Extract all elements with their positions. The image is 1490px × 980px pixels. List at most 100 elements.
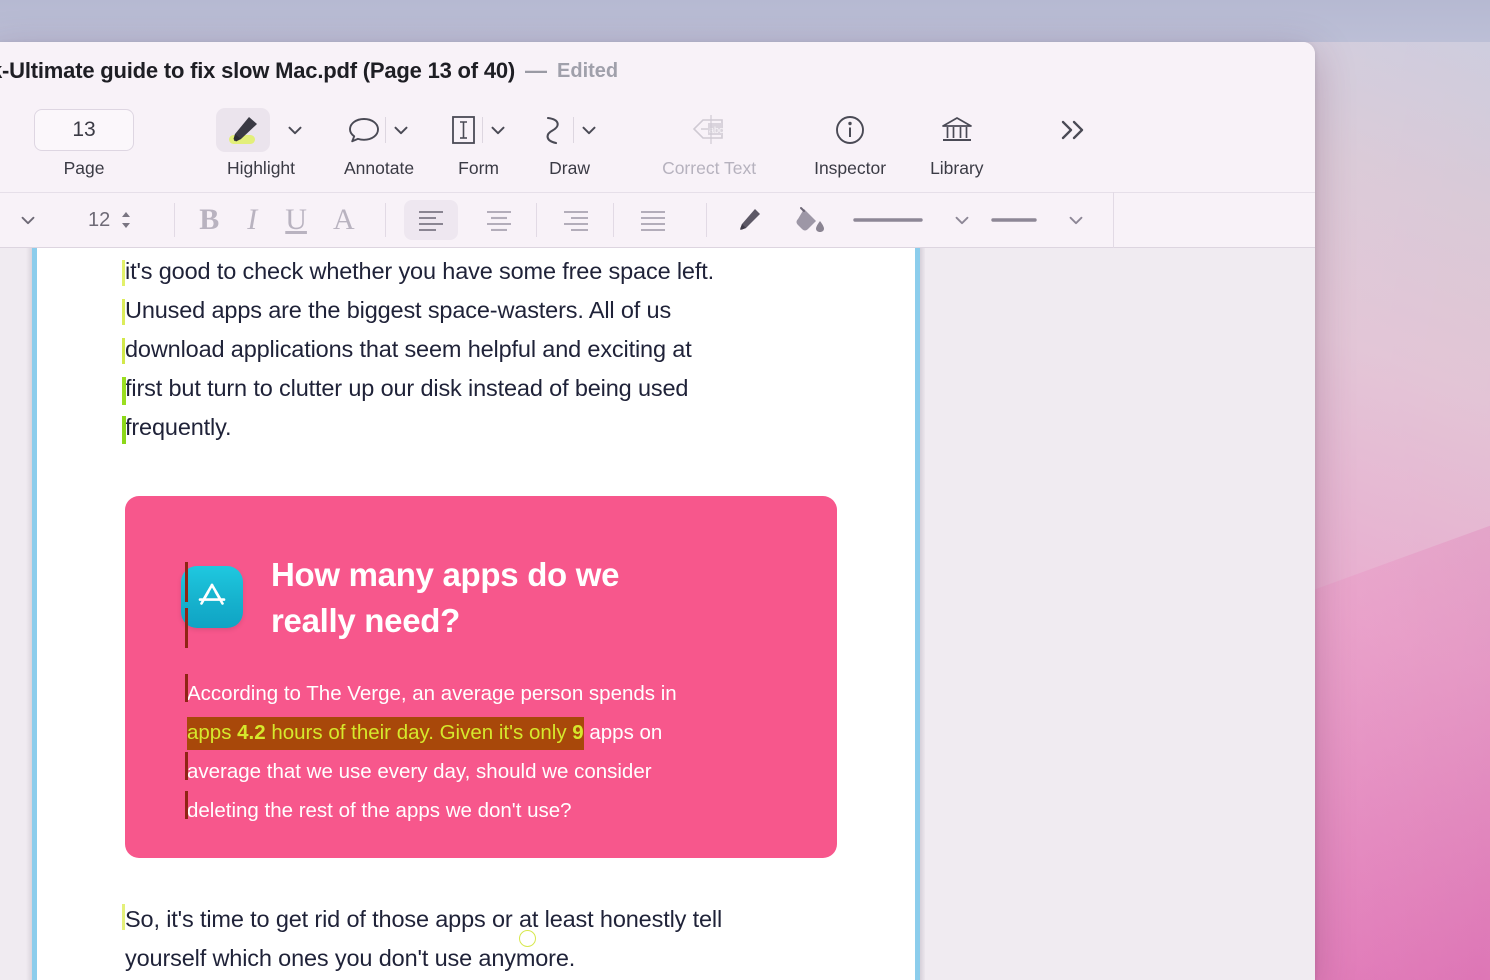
font-size-stepper[interactable]: 12 — [88, 207, 134, 233]
annotate-label: Annotate — [344, 158, 414, 179]
line-width-preview-icon — [853, 212, 923, 228]
draw-chevron-down-icon[interactable] — [578, 119, 600, 141]
toolbar-group-inspector: Inspector — [814, 100, 886, 179]
page-left-shadow — [26, 248, 32, 980]
document-scroll-area[interactable]: As your Mac may be behaving slowly due t… — [0, 248, 1315, 980]
format-separator-3 — [536, 203, 537, 237]
library-label: Library — [930, 158, 984, 179]
library-bank-icon[interactable] — [937, 113, 977, 147]
callout-annotation-mark[interactable] — [185, 608, 188, 648]
line-style-dropdown[interactable] — [991, 209, 1087, 231]
format-separator-2 — [385, 203, 386, 237]
line-width-chevron-down-icon[interactable] — [951, 209, 973, 231]
format-separator-6 — [1113, 192, 1114, 248]
toolbar-group-highlight: Highlight — [216, 100, 306, 179]
callout-annotation-mark[interactable] — [185, 674, 188, 702]
align-right-button[interactable] — [549, 200, 603, 240]
app-store-glyph-icon — [192, 577, 232, 617]
line-width-dropdown[interactable] — [853, 209, 973, 231]
highlight-mark[interactable] — [122, 299, 125, 325]
fill-color-button[interactable] — [793, 203, 827, 237]
align-right-icon — [561, 209, 591, 231]
callout-annotation-mark[interactable] — [185, 752, 188, 780]
line-style-preview-icon — [991, 212, 1037, 228]
paragraph-2-line-2: yourself which ones you don't use anymor… — [125, 939, 722, 978]
text-field-icon[interactable] — [448, 113, 478, 147]
form-chevron-down-icon[interactable] — [487, 119, 509, 141]
stroke-color-button[interactable] — [733, 204, 765, 236]
callout-body-pre: According to The Verge, an average perso… — [187, 682, 677, 705]
highlight-mark[interactable] — [122, 416, 126, 444]
highlight-mark[interactable] — [122, 260, 125, 286]
align-left-button[interactable] — [404, 200, 458, 240]
edited-status-badge: Edited — [557, 60, 618, 83]
toolbar-group-correct-text: abc Correct Text — [662, 100, 756, 179]
info-circle-icon[interactable] — [832, 112, 868, 148]
draw-label: Draw — [549, 158, 590, 179]
annotate-chevron-down-icon[interactable] — [390, 119, 412, 141]
toolbar-group-annotate: Annotate — [344, 100, 414, 179]
paragraph-2: So, it's time to get rid of those apps o… — [125, 900, 722, 978]
draw-separator — [573, 117, 574, 143]
fill-bucket-icon — [793, 203, 827, 237]
highlight-button[interactable] — [216, 108, 270, 152]
align-center-icon — [484, 209, 514, 231]
main-toolbar: 13 Page Highlight — [0, 100, 1315, 192]
highlighter-icon — [223, 112, 263, 148]
toolbar-group-page: 13 Page — [34, 100, 134, 179]
clipped-text-line: As your Mac may be behaving slowly due t… — [125, 248, 845, 254]
stepper-arrows-icon[interactable] — [118, 207, 134, 233]
double-chevron-right-icon[interactable] — [1056, 115, 1090, 145]
font-family-dropdown[interactable] — [10, 209, 46, 231]
window-title: k-Ultimate guide to fix slow Mac.pdf (Pa… — [0, 58, 515, 84]
highlight-mark[interactable] — [122, 377, 126, 405]
bold-button[interactable]: B — [199, 203, 219, 237]
format-separator-4 — [613, 203, 614, 237]
underline-button[interactable]: U — [285, 203, 307, 237]
align-justify-icon — [638, 209, 668, 231]
paragraph-1-line-3: download applications that seem helpful … — [125, 330, 915, 369]
squiggle-icon[interactable] — [539, 113, 569, 147]
callout-annotation-mark[interactable] — [185, 562, 188, 602]
paragraph-2-line-1: So, it's time to get rid of those apps o… — [125, 900, 722, 939]
callout-header: How many apps do we really need? — [125, 496, 837, 644]
app-store-icon — [181, 566, 243, 628]
callout-annotation-mark[interactable] — [185, 791, 188, 819]
inspector-label: Inspector — [814, 158, 886, 179]
pdf-editor-window: k-Ultimate guide to fix slow Mac.pdf (Pa… — [0, 42, 1315, 980]
line-style-chevron-down-icon[interactable] — [1065, 209, 1087, 231]
form-label: Form — [458, 158, 499, 179]
pdf-page[interactable]: As your Mac may be behaving slowly due t… — [32, 248, 920, 980]
pink-callout-box[interactable]: How many apps do we really need? Accordi… — [125, 496, 837, 858]
speech-bubble-icon[interactable] — [347, 114, 381, 146]
align-justify-button[interactable] — [626, 200, 680, 240]
toolbar-group-draw: Draw — [539, 100, 600, 179]
paragraph-1-line-1: it's good to check whether you have some… — [125, 252, 915, 291]
form-separator — [482, 117, 483, 143]
clipped-text: As your Mac may be behaving slowly due t… — [125, 248, 845, 254]
font-family-chevron-down-icon[interactable] — [17, 209, 39, 231]
highlight-mark[interactable] — [122, 338, 125, 364]
callout-title: How many apps do we really need? — [271, 552, 711, 644]
text-color-button[interactable]: A — [333, 203, 355, 237]
pdf-page-content: As your Mac may be behaving slowly due t… — [37, 248, 915, 447]
window-titlebar: k-Ultimate guide to fix slow Mac.pdf (Pa… — [0, 42, 1315, 100]
callout-highlight-span[interactable]: apps 4.2 hours of their day. Given it's … — [187, 717, 584, 750]
highlight-label: Highlight — [227, 158, 295, 179]
paragraph-1-line-2: Unused apps are the biggest space-waster… — [125, 291, 915, 330]
correct-text-label: Correct Text — [662, 158, 756, 179]
correct-text-icon: abc — [689, 113, 729, 147]
toolbar-overflow-button[interactable] — [1056, 100, 1090, 156]
highlight-mark[interactable] — [122, 904, 125, 930]
highlight-bold-apps: 9 — [572, 721, 583, 744]
pen-icon — [733, 204, 765, 236]
circle-annotation-mark[interactable] — [519, 930, 536, 947]
align-left-icon — [416, 209, 446, 231]
paragraph-1-line-4: first but turn to clutter up our disk in… — [125, 369, 915, 408]
title-separator: — — [525, 58, 547, 84]
page-number-input[interactable]: 13 — [34, 109, 134, 151]
highlight-chevron-down-icon[interactable] — [284, 119, 306, 141]
align-center-button[interactable] — [472, 200, 526, 240]
highlight-pre: apps — [187, 721, 237, 744]
italic-button[interactable]: I — [247, 203, 257, 237]
